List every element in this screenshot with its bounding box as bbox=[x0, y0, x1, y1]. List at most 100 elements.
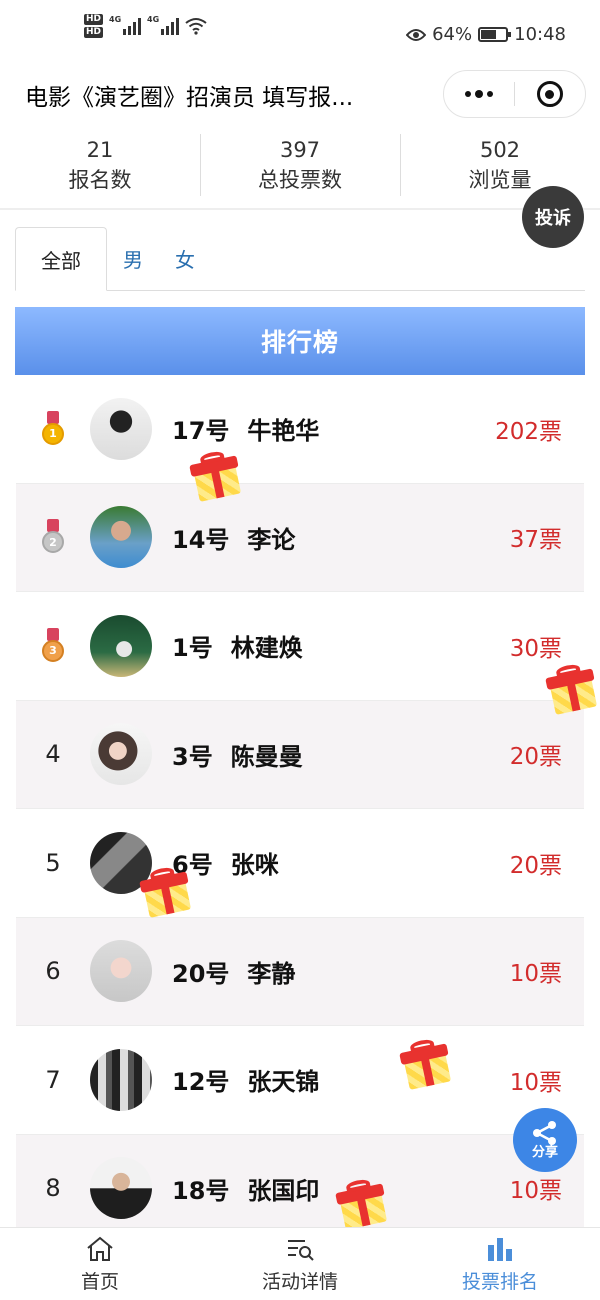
hd-indicators: HD HD bbox=[84, 14, 104, 38]
contestant-label: 张咪 bbox=[230, 851, 279, 880]
gift-icon bbox=[398, 1036, 455, 1093]
gift-icon bbox=[544, 661, 600, 718]
rank-position: 1 bbox=[16, 410, 90, 447]
vote-count: 10票 bbox=[509, 1069, 562, 1096]
vote-count: 30票 bbox=[509, 635, 562, 662]
signal-icon: 4G bbox=[147, 15, 180, 35]
signal-icon: 4G bbox=[109, 15, 142, 35]
avatar bbox=[90, 614, 152, 677]
avatar bbox=[90, 940, 152, 1003]
nav-vote-ranking[interactable]: 投票排名 bbox=[400, 1228, 600, 1300]
contestant-number: 12号 bbox=[172, 1068, 230, 1097]
contestant-name: 12号 张天锦 bbox=[172, 1062, 510, 1097]
vote-count: 10票 bbox=[509, 1178, 562, 1205]
target-icon bbox=[536, 81, 563, 107]
nav-label: 活动详情 bbox=[261, 1270, 338, 1293]
vote-count: 20票 bbox=[509, 852, 562, 879]
contestant-label: 张国印 bbox=[247, 1176, 320, 1205]
contestant-label: 牛艳华 bbox=[247, 417, 320, 446]
home-icon bbox=[87, 1236, 113, 1261]
avatar bbox=[90, 506, 152, 569]
stat-value: 21 bbox=[86, 138, 114, 162]
ranking-row[interactable]: 3 1号 林建焕 30票 bbox=[16, 592, 584, 701]
title-bar: 电影《演艺圈》招演员 填写报... bbox=[0, 70, 600, 122]
ranking-list: 1 17号 牛艳华 202票 2 14号 李论 37票 3 1号 林建焕 30票 4 … bbox=[16, 375, 584, 1243]
stat-total-votes: 397 总投票数 bbox=[200, 130, 400, 208]
rank-position: 4 bbox=[45, 740, 61, 769]
mini-program-capsule bbox=[443, 70, 586, 118]
tab-female[interactable]: 女 bbox=[159, 226, 211, 290]
gold-medal-icon: 1 bbox=[42, 410, 64, 447]
clock: 10:48 bbox=[514, 24, 566, 45]
contestant-name: 6号 张咪 bbox=[172, 845, 510, 880]
page-title: 电影《演艺圈》招演员 填写报... bbox=[25, 85, 354, 111]
tab-all[interactable]: 全部 bbox=[15, 227, 107, 291]
battery-icon bbox=[478, 27, 512, 42]
contestant-name: 20号 李静 bbox=[172, 954, 510, 989]
share-icon bbox=[533, 1121, 556, 1145]
contestant-label: 林建焕 bbox=[230, 634, 303, 663]
bar-chart-icon bbox=[488, 1237, 512, 1261]
eye-icon bbox=[406, 28, 427, 41]
share-button[interactable]: 分享 bbox=[513, 1108, 577, 1172]
rank-position: 7 bbox=[45, 1065, 61, 1094]
rank-position: 5 bbox=[45, 848, 61, 877]
avatar bbox=[90, 723, 152, 786]
vote-count: 202票 bbox=[495, 418, 562, 445]
stat-label: 总投票数 bbox=[258, 168, 342, 192]
nav-home[interactable]: 首页 bbox=[0, 1228, 200, 1300]
share-label: 分享 bbox=[531, 1145, 558, 1160]
avatar bbox=[90, 1157, 152, 1220]
vote-count: 20票 bbox=[509, 744, 562, 771]
silver-medal-icon: 2 bbox=[42, 519, 64, 555]
nav-label: 首页 bbox=[80, 1270, 119, 1293]
list-search-icon bbox=[288, 1239, 314, 1261]
ranking-row[interactable]: 6 20号 李静 10票 bbox=[16, 917, 584, 1026]
vote-count: 37票 bbox=[509, 527, 562, 554]
ranking-row[interactable]: 4 3号 陈曼曼 20票 bbox=[16, 700, 584, 809]
ranking-row[interactable]: 2 14号 李论 37票 bbox=[16, 483, 584, 592]
gift-icon bbox=[188, 448, 245, 505]
stat-signups: 21 报名数 bbox=[0, 130, 200, 208]
contestant-label: 陈曼曼 bbox=[230, 742, 303, 771]
contestant-number: 18号 bbox=[172, 1176, 230, 1205]
nav-activity-details[interactable]: 活动详情 bbox=[200, 1228, 400, 1300]
signal-label: 4G bbox=[109, 15, 122, 24]
status-bar: HD HD 4G 4G 64% 10:48 bbox=[0, 0, 600, 70]
wifi-icon bbox=[185, 18, 207, 35]
contestant-number: 14号 bbox=[172, 525, 230, 554]
hd-badge: HD bbox=[84, 14, 104, 25]
rank-position: 8 bbox=[45, 1174, 61, 1203]
stat-label: 浏览量 bbox=[468, 168, 532, 192]
avatar bbox=[90, 1048, 152, 1111]
gender-tabs: 全部 男 女 bbox=[15, 227, 585, 291]
hd-badge: HD bbox=[84, 27, 104, 38]
more-button[interactable] bbox=[444, 71, 514, 117]
status-left: HD HD 4G 4G bbox=[84, 14, 207, 38]
contestant-number: 1号 bbox=[172, 634, 213, 663]
status-right: 64% 10:48 bbox=[406, 24, 566, 45]
close-button[interactable] bbox=[515, 71, 585, 117]
tab-male[interactable]: 男 bbox=[107, 226, 159, 290]
contestant-label: 张天锦 bbox=[247, 1068, 320, 1097]
ranking-row[interactable]: 7 12号 张天锦 10票 bbox=[16, 1026, 584, 1135]
contestant-label: 李静 bbox=[247, 959, 296, 988]
stat-value: 502 bbox=[479, 138, 521, 162]
gift-icon bbox=[138, 864, 195, 921]
battery-fill bbox=[481, 30, 497, 39]
contestant-number: 17号 bbox=[172, 417, 230, 446]
nav-label: 投票排名 bbox=[461, 1270, 538, 1293]
ranking-row[interactable]: 1 17号 牛艳华 202票 bbox=[16, 375, 584, 484]
bottom-nav: 首页 活动详情 投票排名 bbox=[0, 1227, 600, 1300]
contestant-label: 李论 bbox=[247, 525, 296, 554]
contestant-number: 3号 bbox=[172, 742, 213, 771]
signal-label: 4G bbox=[147, 15, 160, 24]
stats-bar: 21 报名数 397 总投票数 502 浏览量 bbox=[0, 130, 600, 210]
vote-count: 10票 bbox=[509, 961, 562, 988]
gift-icon bbox=[334, 1176, 391, 1233]
rank-position: 6 bbox=[45, 957, 61, 986]
contestant-name: 14号 李论 bbox=[172, 520, 510, 555]
contestant-number: 20号 bbox=[172, 959, 230, 988]
ranking-row[interactable]: 5 6号 张咪 20票 bbox=[16, 809, 584, 918]
stat-label: 报名数 bbox=[68, 168, 132, 192]
